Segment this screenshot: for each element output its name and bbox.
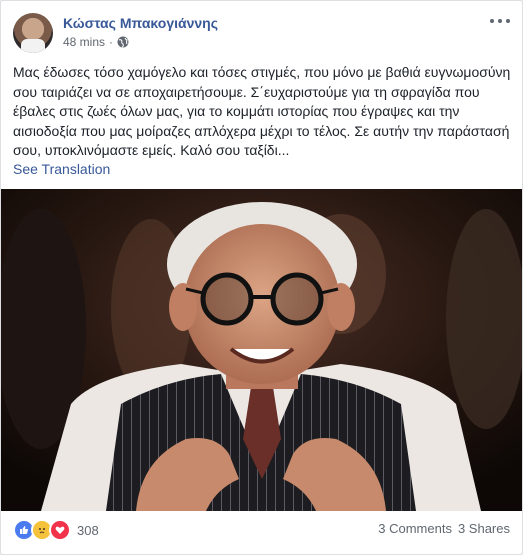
globe-icon[interactable] [117, 36, 129, 48]
author-avatar[interactable] [13, 13, 53, 53]
post-time[interactable]: 48 mins [63, 35, 105, 49]
post-meta: 48 mins · [63, 35, 129, 49]
post-stats: 3 Comments 3 Shares [378, 521, 510, 536]
author-name[interactable]: Κώστας Μπακογιάννης [63, 15, 218, 31]
post-footer: 308 3 Comments 3 Shares [13, 517, 510, 541]
reaction-count[interactable]: 308 [77, 523, 99, 538]
meta-separator: · [109, 35, 114, 49]
comments-count-link[interactable]: 3 Comments [378, 521, 452, 536]
post-card: Κώστας Μπακογιάννης 48 mins · Μας έδωσες… [0, 0, 523, 555]
reactions-summary[interactable]: 308 [13, 519, 99, 541]
see-translation-link[interactable]: See Translation [13, 161, 110, 177]
more-options-icon[interactable] [490, 15, 510, 27]
post-text: Μας έδωσες τόσο χαμόγελο και τόσες στιγμ… [13, 64, 511, 158]
post-header: Κώστας Μπακογιάννης 48 mins · [13, 13, 510, 53]
post-photo[interactable] [1, 189, 522, 511]
love-icon [49, 519, 71, 541]
shares-count-link[interactable]: 3 Shares [458, 521, 510, 536]
